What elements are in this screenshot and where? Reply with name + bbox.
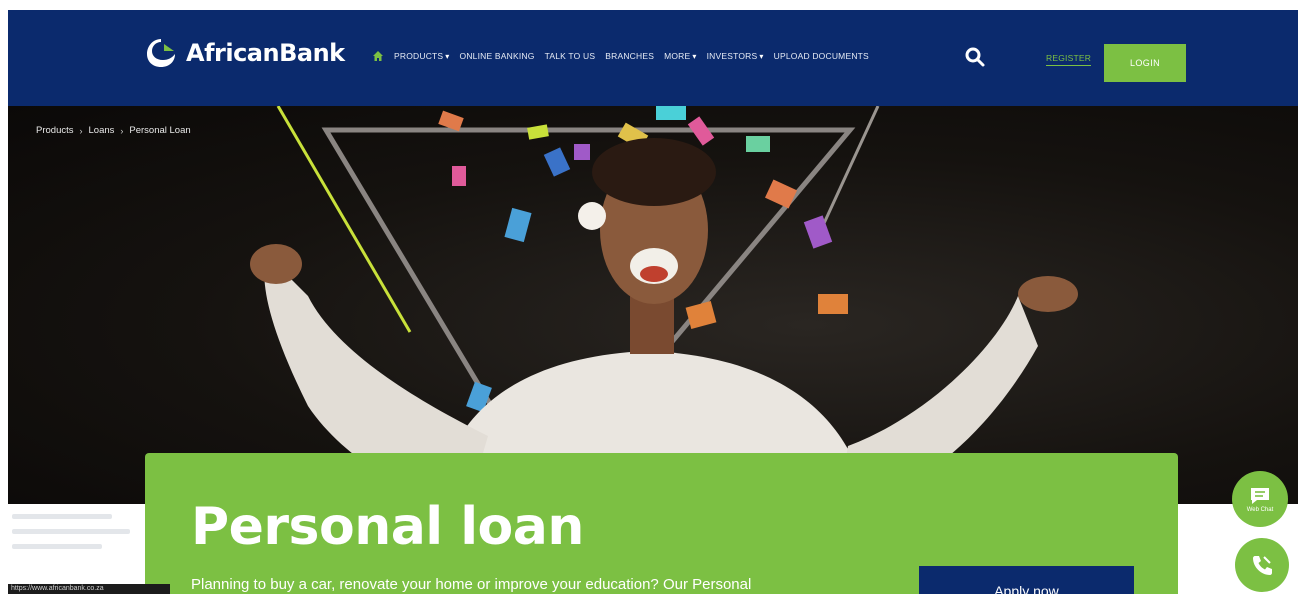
apply-now-button[interactable]: Apply now	[919, 566, 1134, 594]
breadcrumb-products[interactable]: Products	[36, 125, 74, 136]
nav-item-investors[interactable]: INVESTORS ▾	[707, 51, 764, 61]
nav-item-label: BRANCHES	[605, 51, 655, 61]
faded-text-block	[12, 514, 132, 584]
nav-item-label: UPLOAD DOCUMENTS	[773, 51, 869, 61]
register-link[interactable]: REGISTER	[1046, 53, 1092, 66]
breadcrumb: Products › Loans › Personal Loan	[36, 125, 191, 136]
nav-item-more[interactable]: MORE ▾	[664, 51, 697, 61]
nav-item-products[interactable]: PRODUCTS ▾	[394, 51, 450, 61]
login-button[interactable]: LOGIN	[1104, 44, 1186, 82]
search-icon[interactable]	[964, 46, 986, 68]
nav-item-branches[interactable]: BRANCHES	[605, 51, 654, 61]
breadcrumb-chevron-icon: ›	[79, 125, 83, 136]
nav-item-label: MORE	[664, 51, 691, 61]
nav-item-label: INVESTORS	[706, 51, 758, 61]
chevron-down-icon: ▾	[759, 51, 764, 61]
brand-logo[interactable]: AfricanBank	[144, 36, 345, 70]
main-nav: PRODUCTS ▾ ONLINE BANKING TALK TO US BRA…	[372, 50, 869, 62]
nav-item-talk-to-us[interactable]: TALK TO US	[545, 51, 596, 61]
chevron-down-icon: ▾	[692, 51, 697, 61]
hero-description: Planning to buy a car, renovate your hom…	[191, 576, 752, 593]
nav-item-label: TALK TO US	[544, 51, 596, 61]
brand-name: AfricanBank	[186, 39, 345, 67]
web-chat-button[interactable]: Web Chat	[1232, 471, 1288, 527]
breadcrumb-loans[interactable]: Loans	[89, 125, 115, 136]
phone-icon	[1253, 556, 1272, 575]
personal-loan-card: Personal loan Planning to buy a car, ren…	[145, 453, 1178, 594]
breadcrumb-chevron-icon: ›	[120, 125, 124, 136]
chat-icon	[1251, 487, 1269, 504]
breadcrumb-personal-loan: Personal Loan	[129, 125, 191, 136]
status-bar-url: https://www.africanbank.co.za	[8, 584, 170, 594]
hero-banner: Products › Loans › Personal Loan	[8, 106, 1298, 504]
nav-item-label: PRODUCTS	[394, 51, 444, 61]
chevron-down-icon: ▾	[445, 51, 450, 61]
web-chat-label: Web Chat	[1246, 506, 1274, 513]
nav-item-label: ONLINE BANKING	[459, 51, 535, 61]
top-navbar: AfricanBank PRODUCTS ▾ ONLINE BANKING TA…	[8, 10, 1298, 106]
home-icon[interactable]	[372, 50, 384, 62]
call-button[interactable]	[1235, 538, 1289, 592]
page-title: Personal loan	[191, 497, 584, 557]
nav-item-upload-documents[interactable]: UPLOAD DOCUMENTS	[774, 51, 869, 61]
hero-image	[250, 106, 1078, 504]
nav-item-online-banking[interactable]: ONLINE BANKING	[460, 51, 535, 61]
african-bank-logo-icon	[147, 39, 175, 67]
page: AfricanBank PRODUCTS ▾ ONLINE BANKING TA…	[0, 0, 1306, 594]
